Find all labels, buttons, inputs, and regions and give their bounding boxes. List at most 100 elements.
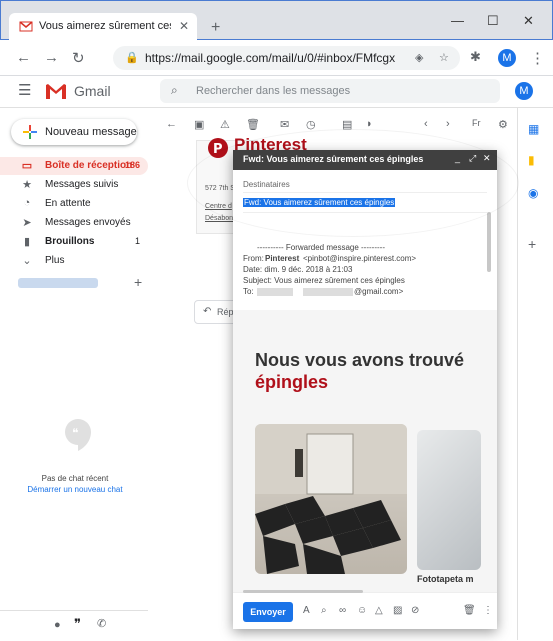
search-placeholder: Rechercher dans les messages xyxy=(196,85,351,97)
new-tab-icon[interactable]: + xyxy=(211,19,220,37)
clock-icon: ◔ xyxy=(23,197,31,209)
blurred-account xyxy=(18,278,98,288)
minimize-icon[interactable]: — xyxy=(451,13,464,28)
gmail-app-name: Gmail xyxy=(74,83,111,99)
tab-title: Vous aimerez sûrement ces épingles xyxy=(39,20,171,32)
compose-footer: Envoyer A ⌕ ∞ ☺ △ ▨ ⊘ 🗑 ⋮ xyxy=(233,592,497,629)
horizontal-scrollbar[interactable] xyxy=(243,590,363,593)
url-text: https://mail.google.com/mail/u/0/#inbox/… xyxy=(145,51,395,65)
redacted-email xyxy=(303,288,353,296)
sidebar-bottom-bar: ● ❞ ✆ xyxy=(0,610,148,641)
tab-close-icon[interactable]: ✕ xyxy=(179,19,189,33)
chevron-down-icon: ⌄ xyxy=(22,255,32,267)
next-message-icon[interactable]: › xyxy=(446,118,450,130)
sidebar-item-label: Plus xyxy=(45,255,65,266)
back-to-inbox-icon[interactable]: ← xyxy=(166,118,177,130)
keep-icon[interactable]: ▮ xyxy=(528,153,535,167)
send-button[interactable]: Envoyer xyxy=(243,602,293,622)
person-icon[interactable]: ● xyxy=(54,619,61,631)
browser-toolbar: ← → ↻ 🔒 https://mail.google.com/mail/u/0… xyxy=(0,40,553,76)
draft-icon: ▮ xyxy=(23,236,31,248)
archive-icon[interactable]: ▣ xyxy=(194,118,204,131)
link-icon[interactable]: ∞ xyxy=(339,605,346,616)
tasks-icon[interactable]: ◉ xyxy=(528,186,538,200)
site-permission-icon[interactable]: ◈ xyxy=(415,51,423,64)
maximize-icon[interactable]: ☐ xyxy=(487,13,499,29)
more-options-icon[interactable]: ⋮ xyxy=(483,605,493,616)
content-heading-accent: épingles xyxy=(255,372,329,392)
bookmark-star-icon[interactable]: ☆ xyxy=(439,51,449,64)
sidebar-item-sent[interactable]: ➤ Messages envoyés xyxy=(0,214,148,232)
sidebar-item-label: Brouillons xyxy=(45,236,95,247)
pin-image-interior[interactable] xyxy=(417,430,481,570)
search-icon[interactable]: ⌕ xyxy=(171,83,178,98)
spam-icon[interactable]: ⚠ xyxy=(220,118,230,131)
browser-titlebar: Vous aimerez sûrement ces épingles ✕ + —… xyxy=(0,0,553,41)
forward-icon[interactable]: → xyxy=(44,49,59,66)
content-heading: Nous vous avons trouvé xyxy=(255,350,465,370)
lock-icon: 🔒 xyxy=(125,52,139,64)
mark-unread-icon[interactable]: ✉ xyxy=(280,118,289,131)
main-menu-icon[interactable]: ☰ xyxy=(18,81,31,99)
emoji-icon[interactable]: ☺ xyxy=(357,605,367,616)
compose-label: Nouveau message xyxy=(45,126,137,138)
calendar-icon[interactable]: ▦ xyxy=(528,122,539,136)
sidebar-item-drafts[interactable]: ▮ Brouillons 1 xyxy=(0,233,148,251)
delete-icon[interactable]: 🗑 xyxy=(246,118,260,131)
label-icon[interactable]: ◗ xyxy=(366,118,373,130)
gmail-logo-icon xyxy=(46,84,66,99)
extension-icon[interactable]: ✱ xyxy=(470,49,481,65)
hangouts-tab-icon[interactable]: ❞ xyxy=(74,616,81,632)
sidebar-item-inbox[interactable]: ▭ Boîte de réception 186 xyxy=(0,157,148,175)
gmail-favicon-icon xyxy=(19,21,33,32)
mail-search-box[interactable]: ⌕ Rechercher dans les messages xyxy=(160,79,500,103)
back-icon[interactable]: ← xyxy=(16,49,31,66)
snooze-icon[interactable]: ◷ xyxy=(306,118,316,131)
settings-icon[interactable]: ⚙ xyxy=(498,118,508,131)
add-addon-icon[interactable]: + xyxy=(528,236,536,252)
checkered-floor-image xyxy=(255,424,407,574)
browser-menu-icon[interactable]: ⋮ xyxy=(530,49,545,67)
phone-icon[interactable]: ✆ xyxy=(97,617,106,630)
forward-header: ---------- Forwarded message --------- xyxy=(257,243,385,252)
pin-image-corridor[interactable] xyxy=(255,424,407,574)
account-avatar[interactable]: M xyxy=(515,82,533,100)
sidebar-item-starred[interactable]: ★ Messages suivis xyxy=(0,176,148,194)
star-icon: ★ xyxy=(22,179,32,191)
from-label: From: xyxy=(243,254,264,263)
language-selector[interactable]: Fr xyxy=(472,118,481,128)
window-close-icon[interactable]: ✕ xyxy=(523,13,534,29)
to-line-label: To: xyxy=(243,287,254,296)
photo-icon[interactable]: ▨ xyxy=(393,605,402,616)
address-bar[interactable]: 🔒 https://mail.google.com/mail/u/0/#inbo… xyxy=(113,46,460,70)
redacted-name xyxy=(257,288,293,296)
sidebar-item-more[interactable]: ⌄ Plus xyxy=(0,252,148,270)
chat-empty-text: Pas de chat récent xyxy=(41,474,109,483)
subject-line: Subject: Vous aimerez sûrement ces éping… xyxy=(243,276,405,285)
attach-icon[interactable]: ⌕ xyxy=(321,605,327,616)
svg-text:❝: ❝ xyxy=(72,426,78,440)
browser-tab[interactable]: Vous aimerez sûrement ces épingles ✕ xyxy=(9,13,197,41)
sidebar-item-label: Messages envoyés xyxy=(45,217,131,228)
discard-draft-icon[interactable]: 🗑 xyxy=(463,605,476,616)
start-chat-link[interactable]: Démarrer un nouveau chat xyxy=(0,485,150,494)
sidebar-item-label: En attente xyxy=(45,198,91,209)
sidebar-item-snoozed[interactable]: ◔ En attente xyxy=(0,195,148,213)
scrollbar-thumb[interactable] xyxy=(487,212,491,272)
from-email: <pinbot@inspire.pinterest.com> xyxy=(303,254,417,263)
sidebar-item-label: Boîte de réception xyxy=(45,160,133,171)
reply-label: Rép xyxy=(217,307,234,317)
side-panel: ▦ ▮ ◉ + xyxy=(517,108,553,640)
compose-button[interactable]: Nouveau message xyxy=(11,119,137,145)
reload-icon[interactable]: ↻ xyxy=(72,49,85,67)
gmail-header: ☰ Gmail ⌕ Rechercher dans les messages M xyxy=(0,76,553,108)
drive-icon[interactable]: △ xyxy=(375,605,383,616)
add-chat-icon[interactable]: + xyxy=(134,274,142,290)
inbox-icon: ▭ xyxy=(21,160,33,172)
formatting-icon[interactable]: A xyxy=(303,605,310,616)
from-name: Pinterest xyxy=(265,254,300,263)
confidential-icon[interactable]: ⊘ xyxy=(411,605,419,616)
prev-message-icon[interactable]: ‹ xyxy=(424,118,428,130)
plus-icon xyxy=(23,125,37,139)
profile-avatar[interactable]: M xyxy=(498,49,516,67)
